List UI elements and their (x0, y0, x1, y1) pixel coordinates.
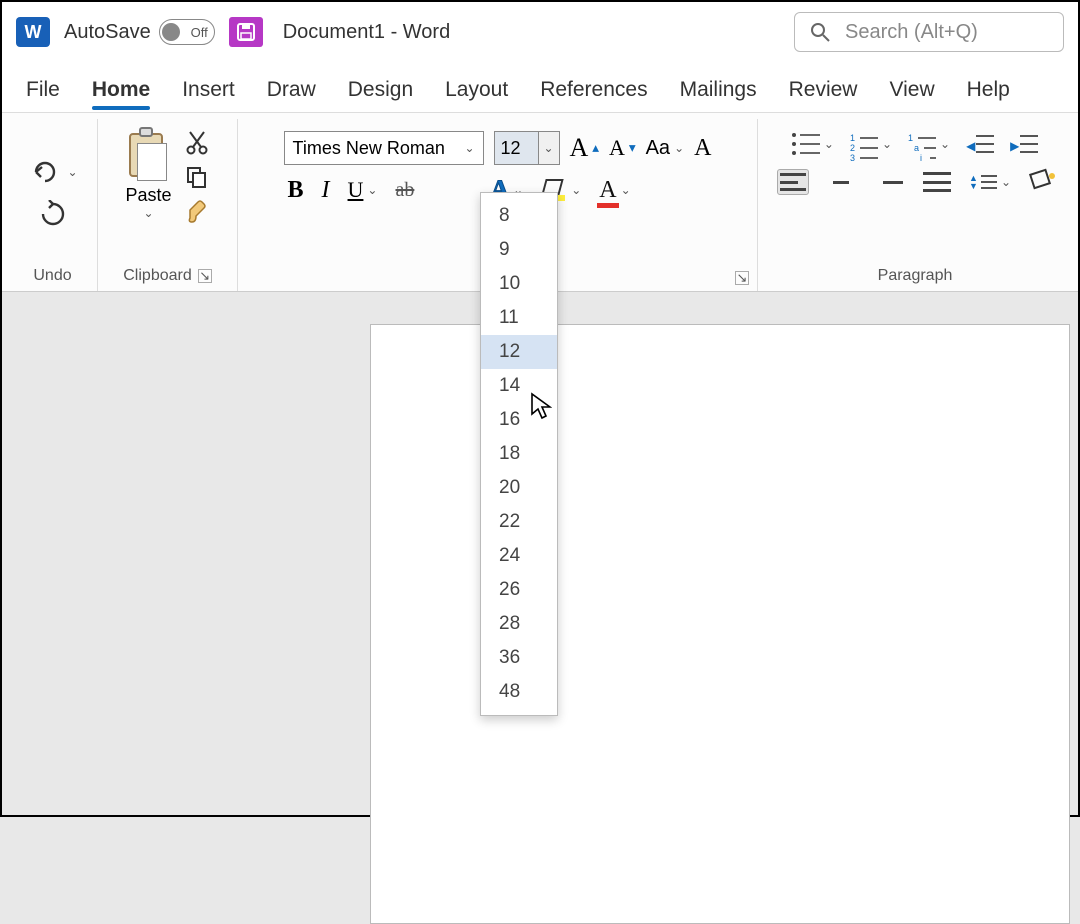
search-placeholder: Search (Alt+Q) (845, 21, 978, 44)
font-name-combo[interactable]: Times New Roman ⌄ (284, 131, 484, 165)
clipboard-launcher[interactable]: ↘ (198, 269, 212, 283)
font-color-button[interactable]: A⌄ (599, 177, 630, 204)
bold-button[interactable]: B (288, 177, 304, 204)
tab-design[interactable]: Design (348, 74, 413, 112)
autosave-toggle[interactable]: Off (159, 19, 215, 45)
font-size-option[interactable]: 9 (481, 233, 557, 267)
font-name-caret-icon: ⌄ (464, 141, 474, 155)
search-icon (809, 21, 831, 43)
tab-draw[interactable]: Draw (267, 74, 316, 112)
brush-icon (184, 198, 210, 224)
increase-indent-button[interactable]: ▶ (1010, 133, 1038, 155)
align-center-button[interactable] (825, 169, 857, 195)
group-clipboard: Paste ⌄ Clipboard ↘ (98, 119, 238, 291)
autosave-control[interactable]: AutoSave Off (64, 19, 215, 45)
save-button[interactable] (229, 17, 263, 47)
copy-icon (185, 165, 209, 189)
font-size-option[interactable]: 20 (481, 471, 557, 505)
bullets-icon (792, 133, 820, 155)
line-spacing-button[interactable]: ▲▼⌄ (969, 170, 1011, 194)
tab-references[interactable]: References (540, 74, 647, 112)
multilevel-icon: 1ai (908, 133, 936, 155)
undo-button[interactable] (27, 154, 63, 190)
decrease-indent-button[interactable]: ◀ (966, 133, 994, 155)
font-launcher[interactable]: ↘ (735, 271, 749, 285)
grow-font-button[interactable]: A▴ (570, 133, 599, 163)
bullets-button[interactable]: ⌄ (792, 133, 834, 155)
font-size-value[interactable]: 12 (494, 131, 538, 165)
font-size-option[interactable]: 10 (481, 267, 557, 301)
font-size-option[interactable]: 11 (481, 301, 557, 335)
font-size-option[interactable]: 28 (481, 607, 557, 641)
toggle-knob-icon (162, 23, 180, 41)
tab-review[interactable]: Review (789, 74, 858, 112)
undo-group-label: Undo (33, 267, 71, 285)
tab-file[interactable]: File (26, 74, 60, 112)
numbering-button[interactable]: 123⌄ (850, 133, 892, 155)
font-size-option[interactable]: 18 (481, 437, 557, 471)
font-size-option[interactable]: 22 (481, 505, 557, 539)
autosave-state: Off (191, 25, 208, 40)
tab-mailings[interactable]: Mailings (680, 74, 757, 112)
group-paragraph: ⌄ 123⌄ 1ai⌄ ◀ ▶ ▲▼⌄ (758, 119, 1072, 291)
tab-home[interactable]: Home (92, 74, 150, 112)
numbering-icon: 123 (850, 133, 878, 155)
align-right-button[interactable] (873, 169, 905, 195)
search-box[interactable]: Search (Alt+Q) (794, 12, 1064, 52)
tab-help[interactable]: Help (967, 74, 1010, 112)
paragraph-group-label: Paragraph (878, 267, 953, 285)
format-painter-button[interactable] (181, 195, 213, 227)
change-case-button[interactable]: Aa⌄ (646, 137, 685, 160)
strikethrough-button[interactable]: ab (395, 179, 414, 202)
font-size-option[interactable]: 8 (481, 199, 557, 233)
multilevel-list-button[interactable]: 1ai⌄ (908, 133, 950, 155)
clipboard-group-label: Clipboard (123, 267, 191, 285)
undo-dropdown[interactable]: ⌄ (67, 165, 77, 179)
copy-button[interactable] (181, 161, 213, 193)
font-name-value: Times New Roman (293, 138, 445, 159)
font-size-dropdown[interactable]: 8910111214161820222426283648 (480, 192, 558, 716)
autosave-label: AutoSave (64, 21, 151, 44)
shading-button[interactable] (1027, 171, 1053, 193)
align-justify-button[interactable] (921, 169, 953, 195)
font-size-caret[interactable]: ⌄ (538, 131, 560, 165)
save-icon (236, 22, 256, 42)
document-title: Document1 - Word (283, 21, 450, 44)
paste-icon (123, 129, 175, 181)
font-size-option[interactable]: 12 (481, 335, 557, 369)
increase-indent-icon: ▶ (1010, 133, 1038, 155)
font-size-option[interactable]: 24 (481, 539, 557, 573)
clear-formatting-button[interactable]: A (694, 135, 711, 162)
title-bar: W AutoSave Off Document1 - Word Search (… (2, 2, 1078, 62)
paint-bucket-icon (1027, 171, 1053, 193)
font-size-combo[interactable]: 12 ⌄ (494, 131, 560, 165)
document-page[interactable] (370, 324, 1070, 924)
mouse-cursor-icon (530, 392, 552, 420)
undo-icon (30, 159, 60, 185)
tab-insert[interactable]: Insert (182, 74, 235, 112)
italic-button[interactable]: I (322, 177, 330, 204)
ribbon-tabs: File Home Insert Draw Design Layout Refe… (2, 62, 1078, 112)
paste-dropdown[interactable]: ⌄ (143, 206, 153, 220)
align-left-button[interactable] (777, 169, 809, 195)
tab-view[interactable]: View (889, 74, 934, 112)
font-size-option[interactable]: 36 (481, 641, 557, 675)
tab-layout[interactable]: Layout (445, 74, 508, 112)
underline-button[interactable]: U⌄ (348, 177, 378, 203)
scissors-icon (186, 130, 208, 156)
repeat-button[interactable] (35, 196, 71, 232)
word-app-icon: W (16, 17, 50, 47)
paste-button[interactable]: Paste ⌄ (123, 123, 175, 220)
font-size-option[interactable]: 26 (481, 573, 557, 607)
group-undo: ⌄ Undo (8, 119, 98, 291)
shrink-font-button[interactable]: A▾ (609, 135, 636, 161)
font-size-option[interactable]: 48 (481, 675, 557, 709)
cut-button[interactable] (181, 127, 213, 159)
decrease-indent-icon: ◀ (966, 133, 994, 155)
paste-label: Paste (125, 181, 171, 206)
repeat-icon (39, 200, 67, 228)
line-spacing-icon: ▲▼ (969, 170, 997, 194)
